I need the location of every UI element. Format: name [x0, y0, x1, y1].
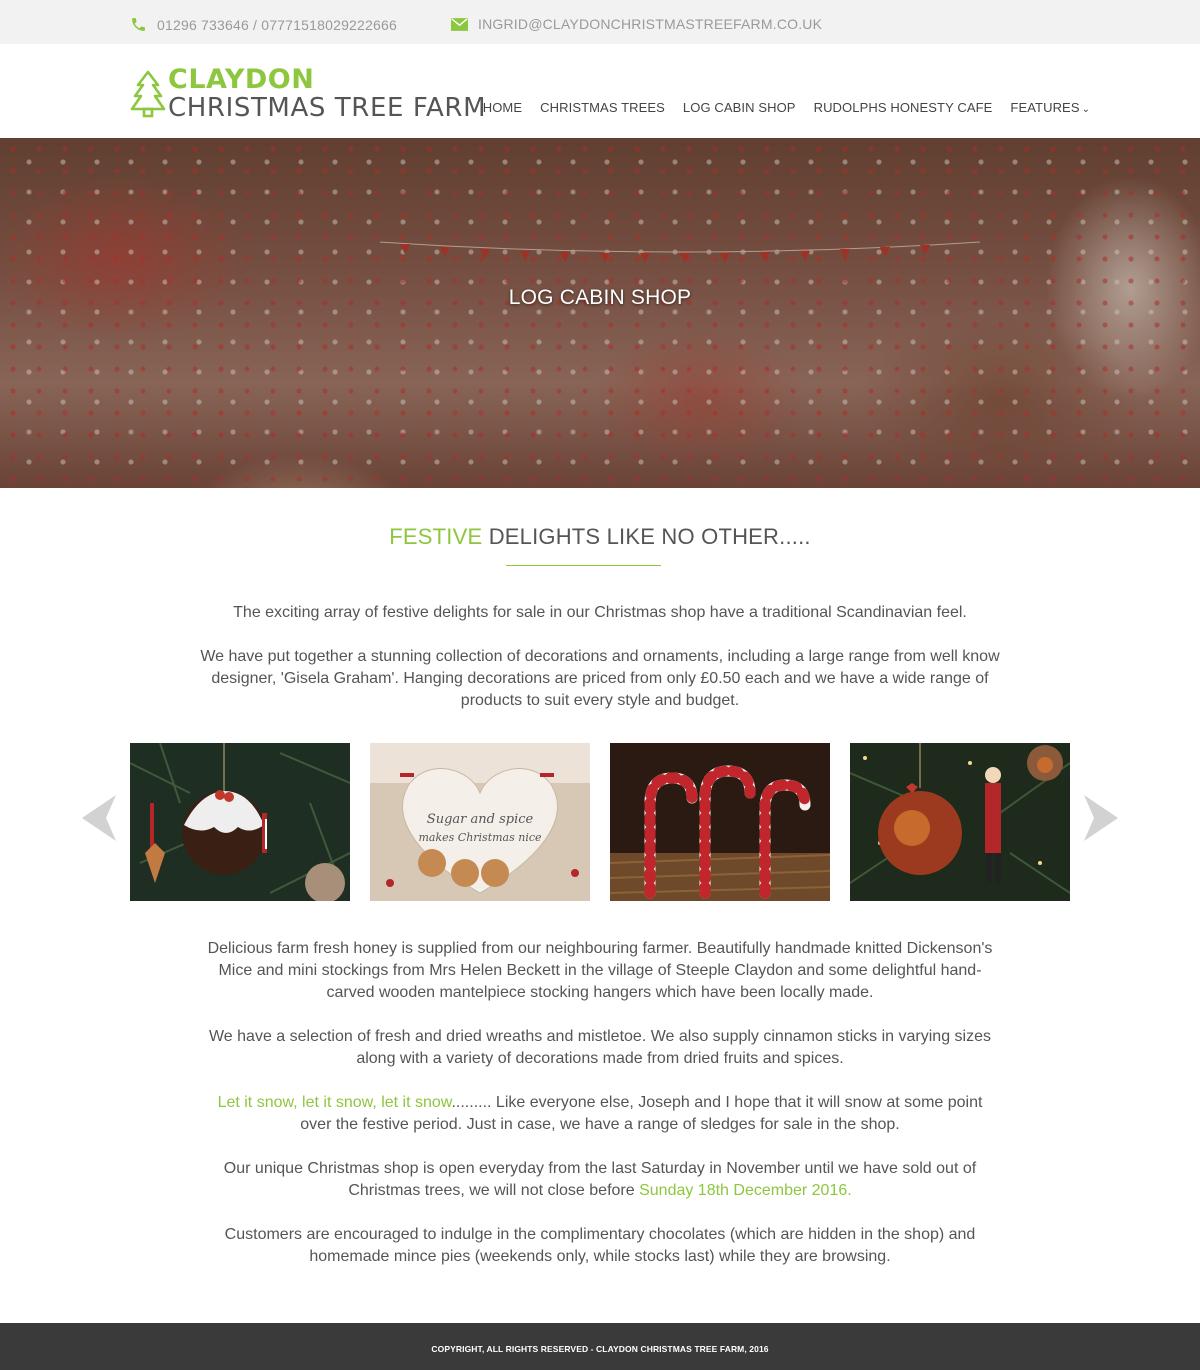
- phone-contact[interactable]: 01296 733646 / 07771518029222666: [130, 16, 397, 33]
- heart-text-line-1: Sugar and spice: [427, 812, 534, 827]
- body-paragraph-wreaths: We have a selection of fresh and dried w…: [208, 1028, 991, 1067]
- gallery-prev-arrow[interactable]: [76, 793, 120, 843]
- section-title: FESTIVE DELIGHTS LIKE NO OTHER.....: [0, 524, 1200, 550]
- pudding-bauble-image: [130, 743, 350, 901]
- email-address: INGRID@CLAYDONCHRISTMASTREEFARM.CO.UK: [478, 16, 823, 32]
- heart-text-line-2: makes Christmas nice: [418, 831, 542, 844]
- section-title-accent: FESTIVE: [389, 524, 483, 549]
- image-gallery: Sugar and spice makes Christmas nice: [130, 743, 1070, 901]
- body-paragraph-chocolates: Customers are encouraged to indulge in t…: [224, 1226, 976, 1265]
- body-paragraph-snow: Let it snow, let it snow, let it snow...…: [200, 1092, 1000, 1136]
- phone-icon: [132, 18, 145, 31]
- footer-copyright: COPYRIGHT, ALL RIGHTS RESERVED - CLAYDON…: [431, 1344, 769, 1354]
- body-paragraph-honey: Delicious farm fresh honey is supplied f…: [207, 940, 993, 1001]
- nav-christmas-trees[interactable]: CHRISTMAS TREES: [540, 100, 665, 115]
- section-title-rest: DELIGHTS LIKE NO OTHER.....: [488, 524, 811, 549]
- nav-features[interactable]: FEATURES ⌄: [1010, 100, 1090, 115]
- gallery-image-candy-canes[interactable]: [610, 743, 830, 901]
- nav-features-label: FEATURES: [1010, 100, 1080, 115]
- logo-line-2: CHRISTMAS TREE FARM: [168, 93, 487, 123]
- main-nav: HOME CHRISTMAS TREES LOG CABIN SHOP RUDO…: [483, 100, 1090, 115]
- candy-canes-image: [610, 743, 830, 901]
- nav-rudolphs-honesty-cafe[interactable]: RUDOLPHS HONESTY CAFE: [814, 100, 993, 115]
- hero-banner: LOG CABIN SHOP: [0, 138, 1200, 488]
- intro-paragraph-2: We have put together a stunning collecti…: [200, 648, 1000, 709]
- contact-bar: 01296 733646 / 07771518029222666 INGRID@…: [0, 0, 1200, 44]
- intro-paragraph-1: The exciting array of festive delights f…: [233, 604, 967, 621]
- title-underline: [506, 565, 661, 566]
- gallery-image-pudding-bauble[interactable]: [130, 743, 350, 901]
- chevron-left-icon: [82, 795, 116, 841]
- heart-decoration-image: Sugar and spice makes Christmas nice: [370, 743, 590, 901]
- site-footer: COPYRIGHT, ALL RIGHTS RESERVED - CLAYDON…: [0, 1323, 1200, 1370]
- site-logo[interactable]: CLAYDON CHRISTMAS TREE FARM: [130, 66, 486, 122]
- hero-overlay: [0, 138, 1200, 488]
- body-paragraph-opening: Our unique Christmas shop is open everyd…: [200, 1158, 1000, 1202]
- chevron-down-icon: ⌄: [1081, 104, 1090, 115]
- logo-line-1: CLAYDON: [168, 64, 315, 95]
- chevron-right-icon: [1084, 795, 1118, 841]
- gallery-image-robin-bauble[interactable]: [850, 743, 1070, 901]
- nav-home[interactable]: HOME: [483, 100, 522, 115]
- site-header: CLAYDON CHRISTMAS TREE FARM HOME CHRISTM…: [0, 44, 1200, 138]
- opening-text: Our unique Christmas shop is open everyd…: [223, 1160, 977, 1199]
- closing-date-highlight: Sunday 18th December 2016.: [639, 1182, 852, 1199]
- snow-highlight: Let it snow, let it snow, let it snow: [217, 1094, 452, 1111]
- robin-bauble-image: [850, 743, 1070, 901]
- envelope-icon: [451, 17, 468, 31]
- nav-log-cabin-shop[interactable]: LOG CABIN SHOP: [683, 100, 796, 115]
- gallery-image-heart-decoration[interactable]: Sugar and spice makes Christmas nice: [370, 743, 590, 901]
- hero-title: LOG CABIN SHOP: [508, 286, 692, 309]
- phone-number: 01296 733646 / 07771518029222666: [157, 16, 397, 33]
- email-contact[interactable]: INGRID@CLAYDONCHRISTMASTREEFARM.CO.UK: [451, 16, 822, 32]
- gallery-next-arrow[interactable]: [1080, 793, 1124, 843]
- christmas-tree-icon: [130, 70, 166, 118]
